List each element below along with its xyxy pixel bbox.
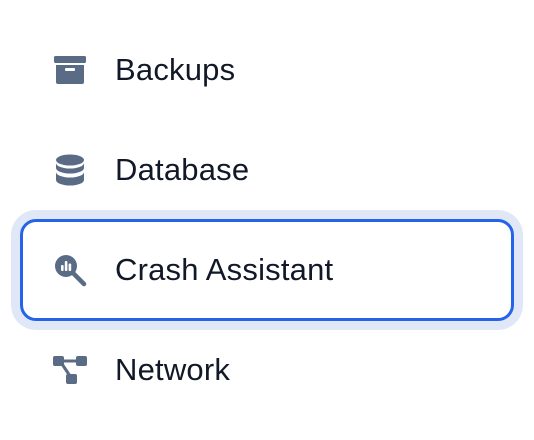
nav-item-label: Network bbox=[115, 352, 231, 387]
nav-item-crash-assistant[interactable]: Crash Assistant bbox=[20, 219, 514, 321]
nav-item-label: Crash Assistant bbox=[115, 252, 334, 287]
network-nodes-icon bbox=[50, 350, 90, 390]
nav-item-database[interactable]: Database bbox=[20, 120, 514, 220]
archive-box-icon bbox=[50, 50, 90, 90]
chart-magnifier-icon bbox=[50, 250, 90, 290]
nav-item-network[interactable]: Network bbox=[20, 320, 514, 420]
nav-item-label: Backups bbox=[115, 52, 236, 87]
nav-item-label: Database bbox=[115, 152, 250, 187]
nav-item-backups[interactable]: Backups bbox=[20, 20, 514, 120]
database-icon bbox=[50, 150, 90, 190]
sidebar-nav: Backups Database Crash Assistant Network bbox=[0, 0, 534, 440]
